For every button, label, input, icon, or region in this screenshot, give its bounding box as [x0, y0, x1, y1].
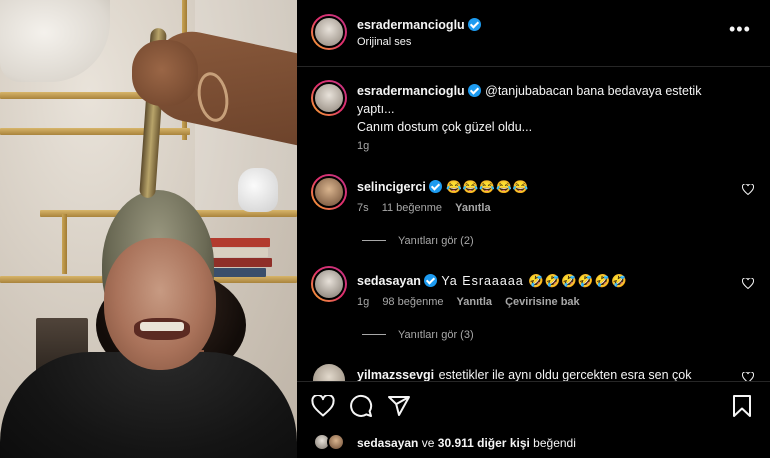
view-replies-label[interactable]: Yanıtları gör (3) — [398, 329, 474, 341]
comment-text: estetikler ile aynı oldu gercekten esra … — [438, 368, 692, 382]
comment-username[interactable]: selincigerci — [357, 180, 426, 194]
comment-likes[interactable]: 98 beğenme — [382, 296, 443, 308]
replies-line — [362, 240, 386, 241]
reply-button[interactable]: Yanıtla — [455, 202, 490, 214]
caption-line-1: @tanjubabacan bana bedavaya estetik — [485, 84, 702, 98]
bookmark-icon[interactable] — [731, 394, 753, 418]
media-shelf — [0, 128, 190, 135]
media-teeth — [140, 322, 184, 331]
action-bar: sedasayan ve 30.911 diğer kişi beğendi — [297, 381, 770, 458]
comment-1: selincigerci 😂😂😂😂😂 — [357, 178, 737, 196]
caption-line-2: yaptı... — [357, 102, 395, 116]
share-icon[interactable] — [387, 394, 411, 418]
caption-username[interactable]: esradermancioglu — [357, 84, 465, 98]
view-replies-button[interactable]: Yanıtları gör (2) — [362, 235, 474, 247]
post-media[interactable] — [0, 0, 297, 458]
post-panel: esradermancioglu Orijinal ses ••• esrade… — [297, 0, 770, 458]
media-shelf-post — [62, 214, 67, 274]
comment-meta: 7s 11 beğenme Yanıtla — [357, 202, 737, 214]
action-divider — [297, 381, 770, 382]
comment-2: sedasayan Ya Esraaaaa 🤣🤣🤣🤣🤣🤣 — [357, 272, 737, 290]
comment-text: Ya Esraaaaa 🤣🤣🤣🤣🤣🤣 — [441, 274, 628, 288]
comment-time: 7s — [357, 202, 369, 214]
heart-icon[interactable] — [742, 278, 754, 289]
liked-by-user[interactable]: sedasayan — [357, 436, 418, 450]
comment-time: 1g — [357, 296, 370, 308]
media-hand — [132, 40, 198, 106]
author-username[interactable]: esradermancioglu — [357, 18, 465, 32]
comment-username[interactable]: sedasayan — [357, 274, 421, 288]
liked-suffix: beğendi — [533, 436, 576, 450]
audio-label[interactable]: Orijinal ses — [357, 36, 411, 48]
caption-line-3: Canım dostum çok güzel oldu... — [357, 120, 533, 134]
heart-icon[interactable] — [311, 395, 335, 417]
caption-time: 1g — [357, 140, 370, 152]
media-vase — [238, 168, 278, 212]
caption-text: esradermancioglu @tanjubabacan bana beda… — [357, 82, 737, 136]
verified-icon — [428, 180, 442, 193]
comment-icon[interactable] — [349, 394, 373, 418]
more-icon[interactable]: ••• — [729, 20, 751, 38]
comment-avatar[interactable] — [311, 266, 347, 302]
author-name-row[interactable]: esradermancioglu — [357, 16, 481, 34]
verified-icon — [467, 18, 481, 31]
heart-icon[interactable] — [742, 184, 754, 195]
comment-username[interactable]: yilmazssevgi — [357, 368, 434, 382]
comment-meta: 1g 98 beğenme Yanıtla Çevirisine bak — [357, 296, 737, 308]
reply-button[interactable]: Yanıtla — [457, 296, 492, 308]
view-replies-label[interactable]: Yanıtları gör (2) — [398, 235, 474, 247]
verified-icon — [423, 274, 437, 287]
verified-icon — [467, 84, 481, 97]
translate-button[interactable]: Çevirisine bak — [505, 296, 580, 308]
media-face — [104, 238, 216, 370]
comment-avatar[interactable] — [311, 174, 347, 210]
liker-avatar[interactable] — [327, 433, 345, 451]
comment-likes[interactable]: 11 beğenme — [382, 202, 442, 214]
view-replies-button[interactable]: Yanıtları gör (3) — [362, 329, 474, 341]
author-avatar[interactable] — [311, 14, 347, 50]
replies-line — [362, 334, 386, 335]
caption-avatar[interactable] — [311, 80, 347, 116]
comment-text: 😂😂😂😂😂 — [446, 180, 530, 194]
liked-connector: ve — [421, 436, 435, 450]
header-divider — [297, 66, 770, 67]
likes-summary[interactable]: sedasayan ve 30.911 diğer kişi beğendi — [357, 436, 576, 450]
liked-others[interactable]: 30.911 diğer kişi — [438, 436, 530, 450]
